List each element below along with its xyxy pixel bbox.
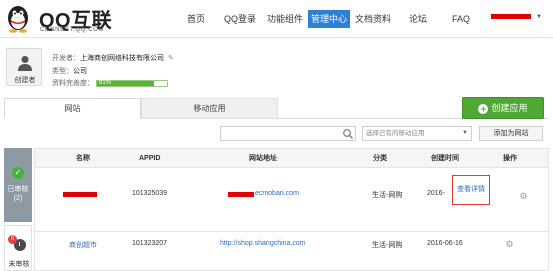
status-pending-filter[interactable]: 0 未审核 [4,225,32,271]
plus-icon: + [478,104,489,114]
app-name[interactable]: 商创超市 [69,240,97,250]
check-icon: ✓ [12,167,24,179]
nav-docs[interactable]: 文档资料 [355,10,391,28]
review-status-column: ✓ 已审核 (2) 0 未审核 [4,148,32,271]
nav-faq[interactable]: FAQ [452,10,470,28]
table-header: 名称 APPID 网站地址 分类 创建时间 操作 [34,148,549,168]
redacted-app-name[interactable] [63,192,97,197]
mobile-app-select-value: 选择已有的移动应用 [366,130,425,137]
type-label: 类型： [52,68,73,75]
tab-website[interactable]: 网站 [4,98,141,119]
logo-subtitle: CONNECT.QQ.COM [40,27,105,33]
completeness-row: 资料完善度： 81% [52,78,168,88]
completeness-label: 资料完善度： [52,80,94,87]
website-table: 名称 APPID 网站地址 分类 创建时间 操作 101325039 .ecmo… [34,148,549,271]
avatar: 创建者 [6,48,42,86]
pending-count-badge: 0 [8,235,17,244]
chevron-down-icon: ▼ [462,130,468,136]
app-created: 2016-06-16 [427,240,463,247]
approved-count: (2) [13,195,23,202]
type-value: 公司 [73,68,87,75]
developer-label: 开发者： [52,55,80,62]
app-created: 2016- [427,190,445,197]
app-url[interactable]: .ecmoban.com [253,190,299,197]
qq-connect-logo[interactable]: QQ互联 CONNECT.QQ.COM [3,4,115,34]
nav-forum[interactable]: 论坛 [409,10,427,28]
column-header-url: 网站地址 [249,155,277,162]
developer-value: 上海商创网络科技有限公司 [80,55,164,62]
qq-penguin-icon [8,6,28,33]
mobile-app-select[interactable]: 选择已有的移动应用 ▼ [362,126,472,141]
search-icon[interactable] [342,128,354,139]
nav-qq-login[interactable]: QQ登录 [224,10,256,28]
pending-label: 未审核 [8,261,30,268]
approved-label: 已审核 [7,186,29,193]
pencil-icon[interactable]: ✎ [168,55,174,62]
column-header-appid: APPID [139,155,161,162]
gear-icon[interactable]: ⚙ [505,240,514,249]
search-input[interactable] [220,126,356,141]
app-appid: 101323207 [132,240,168,247]
redacted-url-prefix [228,192,254,197]
create-app-label: 创建应用 [491,103,528,113]
developer-row: 开发者：上海商创网络科技有限公司 ✎ [52,53,174,63]
nav-management-center[interactable]: 管理中心 [308,10,351,28]
top-header: QQ互联 CONNECT.QQ.COM 首页 QQ登录 功能组件 管理中心 文档… [0,0,553,38]
status-approved-filter[interactable]: ✓ 已审核 (2) [4,148,32,222]
type-row: 类型：公司 [52,66,87,76]
table-row: 101325039 .ecmoban.com 生活-网购 2016- 查看详情 … [34,168,549,232]
add-as-website-button[interactable]: 添加为网站 [479,126,543,141]
app-url[interactable]: http://shop.shangchina.com [220,240,306,247]
chevron-down-icon[interactable]: ▼ [536,14,542,20]
completeness-value: 81% [99,79,112,86]
create-app-button[interactable]: + 创建应用 [462,97,544,119]
app-appid: 101325039 [132,190,168,197]
view-details-button[interactable]: 查看详情 [452,175,490,205]
avatar-label: 创建者 [14,77,36,84]
column-header-name: 名称 [76,155,90,162]
nav-home[interactable]: 首页 [187,10,205,28]
tab-mobile-app[interactable]: 移动应用 [141,98,278,119]
column-header-category: 分类 [373,155,387,162]
gear-icon[interactable]: ⚙ [519,192,528,201]
column-header-created: 创建时间 [431,155,459,162]
completeness-progress-bar: 81% [96,79,168,87]
table-row: 商创超市 101323207 http://shop.shangchina.co… [34,232,549,271]
user-icon [18,56,32,71]
column-header-actions: 操作 [503,155,517,162]
redacted-username[interactable] [491,14,531,19]
app-category: 生活-网购 [372,192,403,199]
nav-components[interactable]: 功能组件 [267,10,303,28]
app-category: 生活-网购 [372,242,403,249]
